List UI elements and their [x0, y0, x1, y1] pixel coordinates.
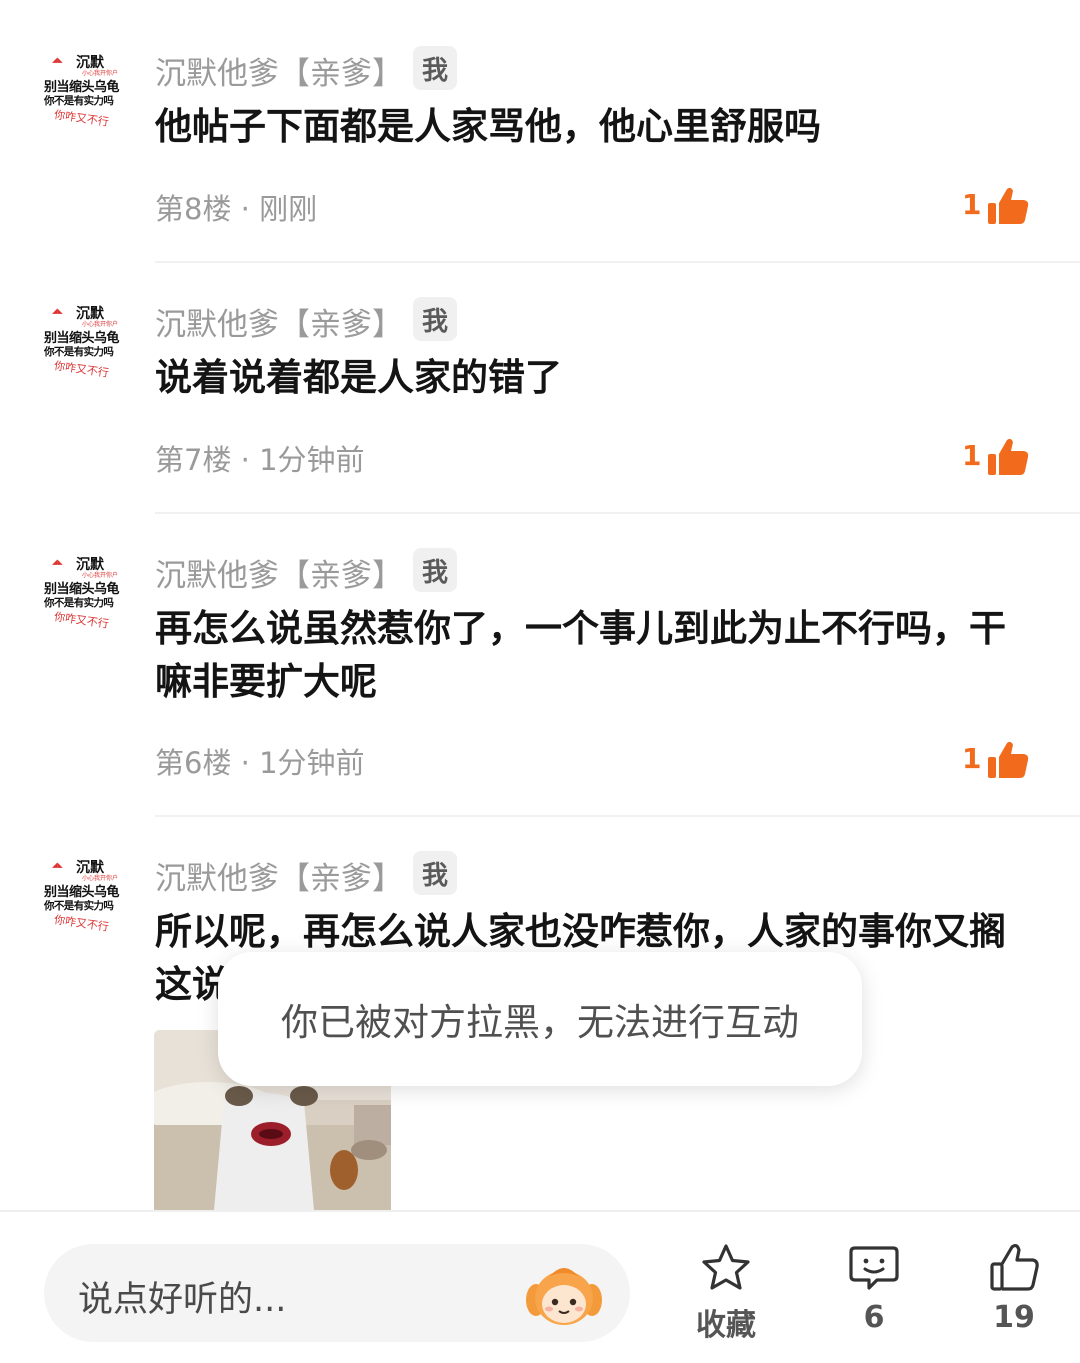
comment-text[interactable]: 他帖子下面都是人家骂他，他心里舒服吗	[155, 100, 1040, 153]
comment-input[interactable]: 说点好听的...	[44, 1244, 630, 1342]
avatar[interactable]: ◢◣ 沉默 小心我开你户 别当缩头乌龟 你不是有实力吗 你咋又不行	[44, 548, 136, 640]
emoji-mascot-icon[interactable]	[524, 1258, 604, 1328]
divider	[155, 512, 1080, 514]
comment-meta: 第6楼 · 1分钟前	[155, 746, 365, 780]
comment-meta: 第8楼 · 刚刚	[155, 192, 318, 226]
me-badge: 我	[413, 46, 457, 90]
comment-text[interactable]: 再怎么说虽然惹你了，一个事儿到此为止不行吗，干嘛非要扩大呢	[155, 602, 1040, 708]
comment-input-placeholder: 说点好听的...	[78, 1280, 287, 1320]
like-count: 1	[962, 188, 982, 221]
nickname[interactable]: 沉默他爹【亲爹】	[155, 853, 403, 898]
favorite-button[interactable]: 收藏	[671, 1242, 781, 1344]
comment-icon	[849, 1246, 899, 1290]
avatar-mark: ◢◣	[52, 861, 63, 869]
thumbs-up-icon[interactable]	[986, 186, 1030, 226]
favorite-label: 收藏	[696, 1308, 756, 1343]
avatar[interactable]: ◢◣ 沉默 小心我开你户 别当缩头乌龟 你不是有实力吗 你咋又不行	[44, 851, 136, 943]
avatar-mark: ◢◣	[52, 56, 63, 64]
me-badge: 我	[413, 297, 457, 341]
avatar-mark: ◢◣	[52, 558, 63, 566]
comment-count: 6	[863, 1300, 885, 1335]
comment-meta: 第7楼 · 1分钟前	[155, 443, 365, 477]
avatar[interactable]: ◢◣ 沉默 小心我开你户 别当缩头乌龟 你不是有实力吗 你咋又不行	[44, 46, 136, 138]
nickname[interactable]: 沉默他爹【亲爹】	[155, 48, 403, 93]
thumbs-up-outline-icon	[990, 1243, 1039, 1291]
like-count: 1	[962, 439, 982, 472]
like-total: 19	[993, 1300, 1035, 1335]
me-badge: 我	[413, 548, 457, 592]
me-badge: 我	[413, 851, 457, 895]
bottom-action-bar: 说点好听的... 收藏 6 19	[0, 1210, 1080, 1363]
divider	[155, 261, 1080, 263]
comment-button[interactable]: 6	[819, 1242, 929, 1335]
blocked-toast: 你已被对方拉黑，无法进行互动	[218, 952, 862, 1086]
avatar[interactable]: ◢◣ 沉默 小心我开你户 别当缩头乌龟 你不是有实力吗 你咋又不行	[44, 297, 136, 389]
thumbs-up-icon[interactable]	[986, 437, 1030, 477]
thumbs-up-icon[interactable]	[986, 740, 1030, 780]
star-icon	[702, 1244, 750, 1290]
nickname[interactable]: 沉默他爹【亲爹】	[155, 550, 403, 595]
comment-text[interactable]: 说着说着都是人家的错了	[155, 351, 1040, 404]
nickname[interactable]: 沉默他爹【亲爹】	[155, 299, 403, 344]
like-button[interactable]: 19	[959, 1242, 1069, 1335]
avatar-mark: ◢◣	[52, 307, 63, 315]
like-count: 1	[962, 742, 982, 775]
divider	[155, 815, 1080, 817]
